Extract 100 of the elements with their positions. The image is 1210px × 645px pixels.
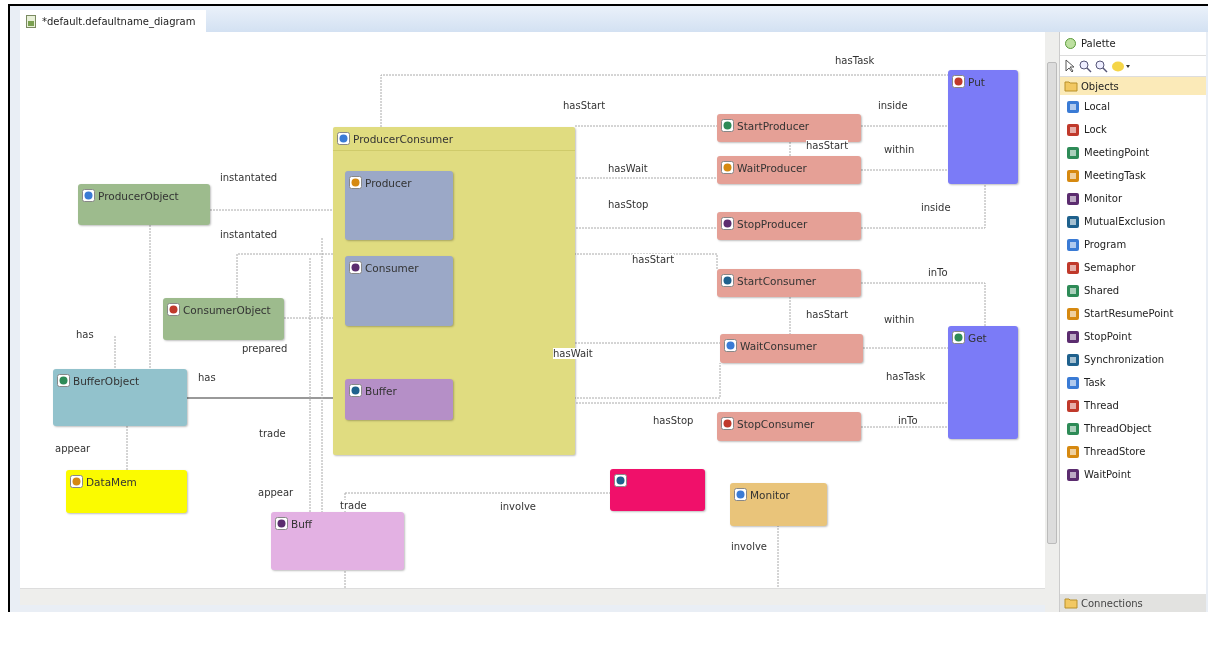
tile-icon: [734, 488, 747, 501]
node-label: BufferObject: [73, 374, 140, 387]
palette-item[interactable]: Shared: [1060, 279, 1206, 302]
diagram-node[interactable]: WaitConsumer: [720, 334, 863, 363]
palette-title: Palette: [1081, 38, 1116, 49]
tile-icon: [337, 132, 350, 145]
diagram-node[interactable]: StopProducer: [717, 212, 861, 240]
palette-item[interactable]: Lock: [1060, 118, 1206, 141]
tile-icon: [721, 417, 734, 430]
palette-icon: [1064, 37, 1077, 50]
tile-icon: [1066, 444, 1080, 459]
node-label: Consumer: [365, 261, 419, 274]
connector-line: [126, 425, 128, 471]
diagram-node[interactable]: DataMem: [66, 470, 187, 513]
palette-item[interactable]: Semaphor: [1060, 256, 1206, 279]
tile-icon: [1066, 375, 1080, 390]
tile-icon: [1066, 329, 1080, 344]
horizontal-scrollbar[interactable]: [20, 588, 1045, 605]
palette-item[interactable]: Synchronization: [1060, 348, 1206, 371]
vertical-scrollbar[interactable]: [1045, 32, 1059, 612]
diagram-node[interactable]: StartConsumer: [717, 269, 861, 297]
palette-item[interactable]: MeetingTask: [1060, 164, 1206, 187]
connector-label: instantated: [220, 229, 278, 240]
tile-icon: [721, 217, 734, 230]
node-label: ConsumerObject: [183, 303, 271, 316]
connector-label: inside: [921, 202, 951, 213]
folder-icon: [1064, 597, 1078, 609]
diagram-node[interactable]: StopConsumer: [717, 412, 861, 441]
node-label: ProducerObject: [98, 189, 179, 202]
tile-icon: [1066, 237, 1080, 252]
diagram-node[interactable]: StartProducer: [717, 114, 861, 142]
diagram-node[interactable]: Put: [948, 70, 1018, 184]
tile-icon: [167, 303, 180, 316]
palette-item[interactable]: WaitPoint: [1060, 463, 1206, 486]
diagram-node[interactable]: [610, 469, 705, 511]
tile-icon: [57, 374, 70, 387]
palette-item[interactable]: Monitor: [1060, 187, 1206, 210]
tile-icon: [1066, 191, 1080, 206]
tile-icon: [1066, 421, 1080, 436]
connector-label: within: [884, 144, 915, 155]
node-label: StartProducer: [737, 119, 810, 132]
pointer-icon[interactable]: [1064, 59, 1076, 73]
tile-icon: [1066, 306, 1080, 321]
node-label: StopProducer: [737, 217, 808, 230]
node-label: Buff: [291, 517, 313, 530]
palette-item[interactable]: StopPoint: [1060, 325, 1206, 348]
palette-item[interactable]: StartResumePoint: [1060, 302, 1206, 325]
diagram-node[interactable]: Buffer: [345, 379, 453, 420]
tile-icon: [1066, 467, 1080, 482]
connector-label: hasStart: [563, 100, 606, 111]
palette-item[interactable]: Program: [1060, 233, 1206, 256]
diagram-node[interactable]: BufferObject: [53, 369, 187, 426]
tile-icon: [1066, 99, 1080, 114]
connector-label: hasStop: [653, 415, 694, 426]
node-label: WaitConsumer: [740, 339, 817, 352]
palette-item[interactable]: ThreadStore: [1060, 440, 1206, 463]
node-label: Put: [968, 75, 985, 88]
node-label: WaitProducer: [737, 161, 807, 174]
palette-item[interactable]: Thread: [1060, 394, 1206, 417]
diagram-node[interactable]: Get: [948, 326, 1018, 439]
tile-icon: [614, 474, 627, 487]
node-label: Get: [968, 331, 987, 344]
node-label: ProducerConsumer: [353, 132, 454, 145]
node-label: StartConsumer: [737, 274, 817, 287]
tile-icon: [349, 176, 362, 189]
editor-tab[interactable]: *default.defaultname_diagram: [20, 10, 206, 32]
diagram-node[interactable]: Monitor: [730, 483, 827, 526]
tile-icon: [275, 517, 288, 530]
folder-icon: [1064, 80, 1078, 92]
connector-label: trade: [340, 500, 367, 511]
connector-label: appear: [55, 443, 91, 454]
diagram-node[interactable]: Consumer: [345, 256, 453, 326]
connector-label: trade: [259, 428, 286, 439]
tile-icon: [1066, 214, 1080, 229]
palette-item[interactable]: Task: [1060, 371, 1206, 394]
tile-icon: [1066, 398, 1080, 413]
connector-line: [114, 335, 116, 370]
tile-icon: [724, 339, 737, 352]
connector-line: [789, 141, 791, 157]
palette-item[interactable]: MutualExclusion: [1060, 210, 1206, 233]
palette-item[interactable]: MeetingPoint: [1060, 141, 1206, 164]
node-label: Producer: [365, 176, 412, 189]
tile-icon: [1066, 283, 1080, 298]
tile-icon: [82, 189, 95, 202]
connector-label: hasWait: [553, 348, 593, 359]
diagram-node[interactable]: ConsumerObject: [163, 298, 284, 340]
palette-drawer[interactable]: Objects: [1060, 77, 1206, 95]
connector-label: hasTask: [835, 55, 875, 66]
diagram-node[interactable]: WaitProducer: [717, 156, 861, 184]
palette-item[interactable]: ThreadObject: [1060, 417, 1206, 440]
connector-label: hasStart: [806, 140, 849, 151]
diagram-node[interactable]: Buff: [271, 512, 404, 570]
zoom-out-icon[interactable]: [1095, 59, 1108, 73]
tile-icon: [70, 475, 83, 488]
zoom-in-icon[interactable]: [1079, 59, 1092, 73]
file-icon: [26, 14, 36, 28]
palette-item[interactable]: Local: [1060, 95, 1206, 118]
diagram-node[interactable]: Producer: [345, 171, 453, 240]
diagram-node[interactable]: ProducerObject: [78, 184, 210, 225]
palette-drawer[interactable]: Connections: [1060, 594, 1206, 612]
